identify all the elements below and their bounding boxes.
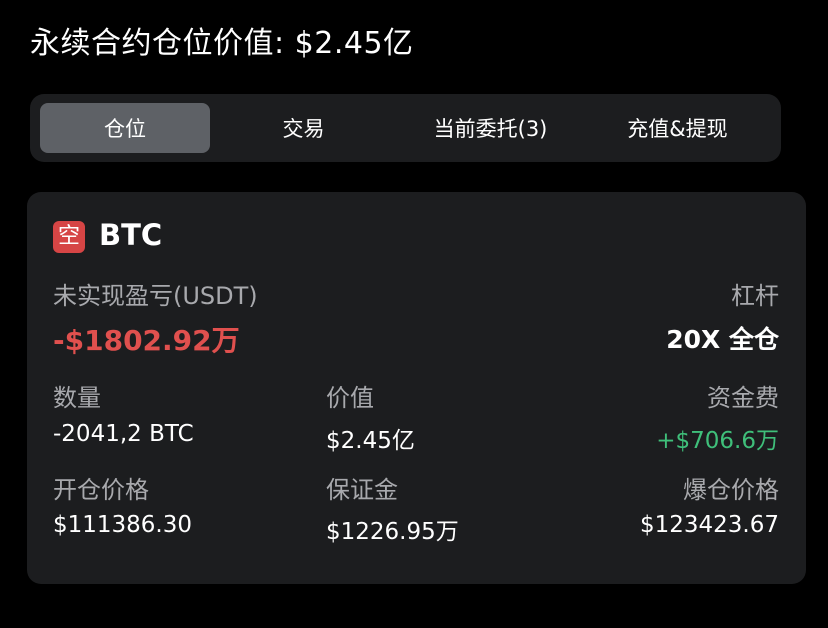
position-symbol: BTC bbox=[99, 218, 163, 252]
page-title: 永续合约仓位价值: $2.45亿 bbox=[30, 26, 414, 61]
quantity-value: -2041,2 BTC bbox=[53, 421, 194, 447]
funding-label: 资金费 bbox=[707, 384, 779, 412]
leverage-label: 杠杆 bbox=[731, 282, 779, 310]
pnl-value: -$1802.92万 bbox=[53, 324, 240, 357]
tab-positions[interactable]: 仓位 bbox=[40, 103, 210, 153]
value-value: $2.45亿 bbox=[326, 428, 415, 454]
tab-trades[interactable]: 交易 bbox=[210, 103, 397, 153]
short-badge: 空 bbox=[53, 221, 85, 253]
quantity-label: 数量 bbox=[53, 384, 101, 412]
pnl-label: 未实现盈亏(USDT) bbox=[53, 282, 258, 310]
funding-value: +$706.6万 bbox=[656, 428, 779, 454]
liquidation-price-value: $123423.67 bbox=[639, 512, 779, 538]
entry-price-label: 开仓价格 bbox=[53, 476, 149, 504]
value-label: 价值 bbox=[326, 384, 374, 412]
entry-price-value: $111386.30 bbox=[53, 512, 193, 538]
tab-deposit-withdraw[interactable]: 充值&提现 bbox=[584, 103, 771, 153]
margin-value: $1226.95万 bbox=[326, 519, 459, 545]
liquidation-price-label: 爆仓价格 bbox=[683, 476, 779, 504]
page: 永续合约仓位价值: $2.45亿 仓位 交易 当前委托(3) 充值&提现 空 B… bbox=[0, 0, 828, 628]
tab-bar: 仓位 交易 当前委托(3) 充值&提现 bbox=[30, 94, 781, 162]
margin-label: 保证金 bbox=[326, 476, 398, 504]
position-card[interactable]: 空 BTC 未实现盈亏(USDT) -$1802.92万 杠杆 20X 全仓 数… bbox=[27, 192, 806, 584]
leverage-value: 20X 全仓 bbox=[666, 325, 779, 354]
tab-open-orders[interactable]: 当前委托(3) bbox=[397, 103, 584, 153]
